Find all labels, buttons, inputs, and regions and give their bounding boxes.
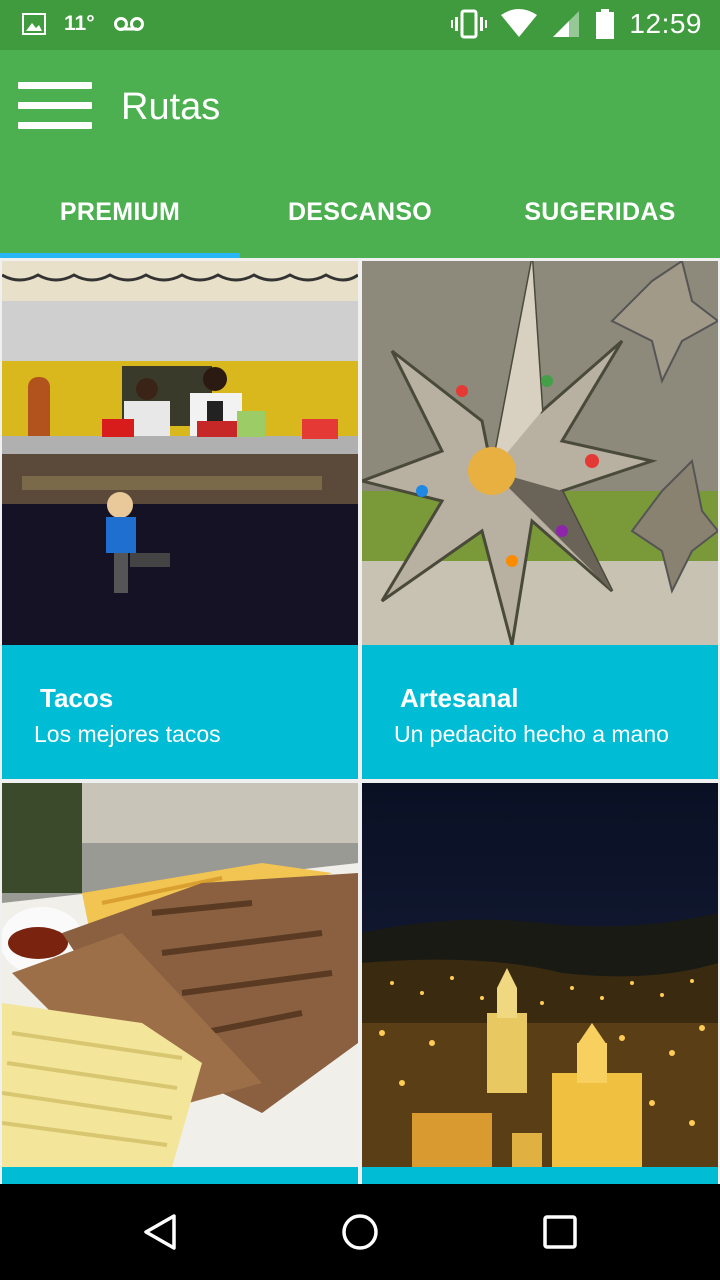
- wifi-icon: [501, 9, 538, 37]
- clock-text: 12:59: [629, 8, 702, 39]
- route-card-title: Artesanal: [400, 683, 519, 713]
- route-card-title: Tacos: [40, 683, 114, 713]
- signal-icon: [553, 11, 580, 37]
- route-card-subtitle: Los mejores tacos: [34, 721, 221, 747]
- image-icon: [22, 13, 46, 35]
- tab-descanso[interactable]: DESCANSO: [240, 178, 480, 258]
- app-bar: Rutas PREMIUM DESCANSO SUGERIDAS: [0, 50, 720, 258]
- status-right: 12:59: [451, 8, 702, 40]
- hamburger-menu-icon[interactable]: [18, 78, 94, 134]
- page-title: Rutas: [121, 86, 221, 128]
- route-card-tacos[interactable]: Tacos Los mejores tacos: [2, 261, 358, 779]
- tin-star-lantern-photo: [362, 261, 718, 645]
- tab-bar: PREMIUM DESCANSO SUGERIDAS: [0, 178, 720, 258]
- route-card-artesanal[interactable]: Artesanal Un pedacito hecho a mano: [362, 261, 718, 779]
- voicemail-icon: [113, 17, 144, 31]
- tab-premium[interactable]: PREMIUM: [0, 178, 240, 258]
- routes-grid: Tacos Los mejores tacos Artesanal Un ped…: [0, 258, 720, 1184]
- taco-stand-photo: [2, 261, 358, 645]
- navigation-bar: [0, 1184, 720, 1280]
- route-card-text: [362, 1167, 718, 1184]
- route-card-text: [2, 1167, 358, 1184]
- route-card-4[interactable]: [362, 783, 718, 1184]
- city-night-photo: [362, 783, 718, 1167]
- status-left: 11°: [22, 12, 145, 36]
- route-card-3[interactable]: [2, 783, 358, 1184]
- route-card-subtitle: Un pedacito hecho a mano: [394, 721, 669, 747]
- vibrate-icon: [451, 9, 488, 39]
- grilled-ribs-corn-photo: [2, 783, 358, 1167]
- back-icon[interactable]: [120, 1204, 200, 1260]
- route-card-text: Artesanal Un pedacito hecho a mano: [362, 645, 718, 779]
- status-bar: 11° 12:59: [0, 0, 720, 50]
- home-icon[interactable]: [320, 1204, 400, 1260]
- recents-icon[interactable]: [520, 1204, 600, 1260]
- tab-sugeridas[interactable]: SUGERIDAS: [480, 178, 720, 258]
- temperature-text: 11°: [64, 12, 95, 35]
- battery-icon: [596, 9, 615, 39]
- route-card-text: Tacos Los mejores tacos: [2, 645, 358, 779]
